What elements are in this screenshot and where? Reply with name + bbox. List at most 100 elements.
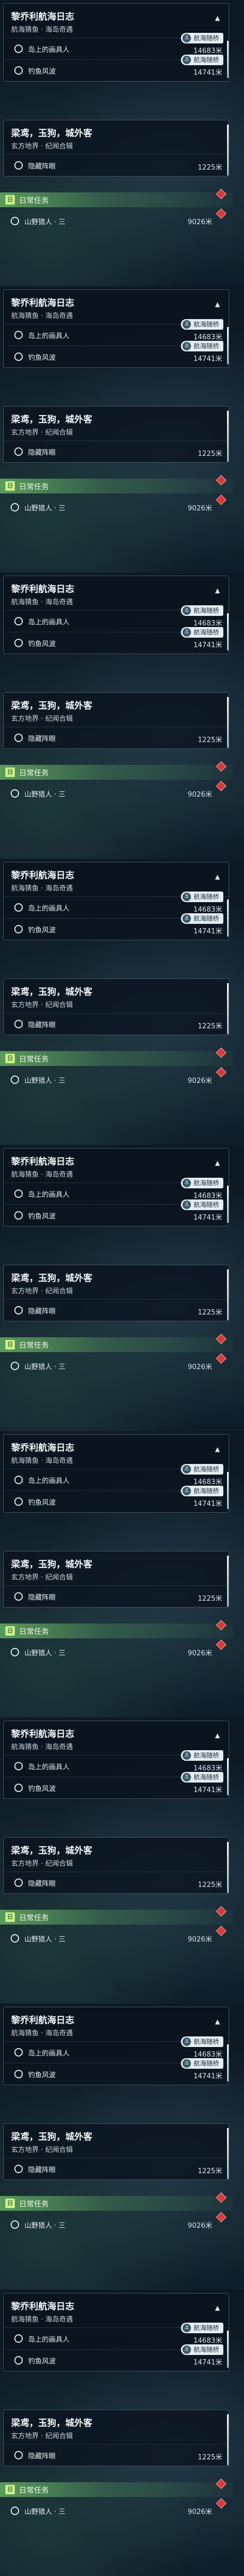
- task-name: 隐藏阵眼: [28, 1308, 56, 1316]
- task-row[interactable]: ⚓ 航海随桥 钓鱼风波 14741米: [4, 341, 229, 367]
- task-name: 钓鱼风波: [28, 1785, 56, 1793]
- collapse-icon[interactable]: ▲: [212, 2302, 223, 2314]
- quest-card[interactable]: 黎乔利航海日志 航海猜鱼 · 海岛奇遇 ▲ ⚓ 航海随桥 岛上的画具人 14683…: [3, 2007, 229, 2085]
- quest-card[interactable]: 梁鸢，玉狗，城外客 玄方地界 · 纪闻合辑 隐藏阵眼 1225米: [3, 2123, 229, 2180]
- daily-task-row[interactable]: 山野猎人 · 三 9026米: [0, 2498, 233, 2520]
- quest-card-header[interactable]: 梁鸢，玉狗，城外客 玄方地界 · 纪闻合辑: [4, 407, 229, 440]
- quest-card[interactable]: 黎乔利航海日志 航海猜鱼 · 海岛奇遇 ▲ ⚓ 航海随桥 岛上的画具人 14683…: [3, 1721, 229, 1799]
- quest-title: 黎乔利航海日志: [11, 2301, 74, 2312]
- collapse-icon[interactable]: ▲: [212, 1443, 223, 1455]
- quest-card-header[interactable]: 梁鸢，玉狗，城外客 玄方地界 · 纪闻合辑: [4, 120, 229, 154]
- ship-badge: ⚓ 航海随桥: [180, 913, 223, 924]
- collapse-icon[interactable]: ▲: [212, 1157, 223, 1169]
- task-row[interactable]: 隐藏阵眼 1225米: [4, 440, 229, 462]
- daily-task-row[interactable]: 山野猎人 · 三 9026米: [0, 1353, 233, 1375]
- ship-badge: ⚓ 航海随桥: [180, 55, 223, 65]
- task-row[interactable]: 隐藏阵眼 1225米: [4, 2444, 229, 2466]
- quest-card-header[interactable]: 梁鸢，玉狗，城外客 玄方地界 · 纪闻合辑: [4, 979, 229, 1013]
- collapse-icon[interactable]: ▲: [212, 2016, 223, 2027]
- daily-quest-header[interactable]: 日 日常任务: [0, 1620, 233, 1638]
- quest-card[interactable]: 黎乔利航海日志 航海猜鱼 · 海岛奇遇 ▲ ⚓ 航海随桥 岛上的画具人 14683…: [3, 289, 229, 368]
- task-status-icon: [14, 161, 23, 170]
- daily-quest-header[interactable]: 日 日常任务: [0, 1906, 233, 1925]
- task-row[interactable]: 隐藏阵眼 1225米: [4, 727, 229, 748]
- collapse-icon[interactable]: ▲: [212, 585, 223, 596]
- task-status-icon: [14, 1592, 23, 1601]
- quest-subtitle: 玄方地界 · 纪闻合辑: [11, 1001, 73, 1009]
- task-row[interactable]: 隐藏阵眼 1225米: [4, 1299, 229, 1321]
- quest-card[interactable]: 梁鸢，玉狗，城外客 玄方地界 · 纪闻合辑 隐藏阵眼 1225米: [3, 120, 229, 177]
- daily-tag-icon: 日: [5, 1340, 15, 1349]
- quest-card[interactable]: 黎乔利航海日志 航海猜鱼 · 海岛奇遇 ▲ ⚓ 航海随桥 岛上的画具人 14683…: [3, 1434, 229, 1513]
- daily-quest-header[interactable]: 日 日常任务: [0, 1047, 233, 1066]
- daily-task-row[interactable]: 山野猎人 · 三 9026米: [0, 2212, 233, 2234]
- card-edge-line: [227, 1186, 229, 1223]
- daily-quest-header[interactable]: 日 日常任务: [0, 475, 233, 493]
- quest-card[interactable]: 黎乔利航海日志 航海猜鱼 · 海岛奇遇 ▲ ⚓ 航海随桥 岛上的画具人 14683…: [3, 3, 229, 82]
- quest-card-header[interactable]: 梁鸢，玉狗，城外客 玄方地界 · 纪闻合辑: [4, 1265, 229, 1299]
- daily-task-row[interactable]: 山野猎人 · 三 9026米: [0, 495, 233, 516]
- quest-card[interactable]: 黎乔利航海日志 航海猜鱼 · 海岛奇遇 ▲ ⚓ 航海随桥 岛上的画具人 14683…: [3, 1148, 229, 1227]
- collapse-icon[interactable]: ▲: [212, 298, 223, 310]
- task-distance: 14741米: [193, 355, 222, 363]
- ship-badge: ⚓ 航海随桥: [180, 33, 223, 43]
- task-row[interactable]: ⚓ 航海随桥 钓鱼风波 14741米: [4, 55, 229, 81]
- quest-card-header[interactable]: 梁鸢，玉狗，城外客 玄方地界 · 纪闻合辑: [4, 1551, 229, 1585]
- task-status-icon: [14, 2070, 23, 2078]
- daily-task-row[interactable]: 山野猎人 · 三 9026米: [0, 1639, 233, 1661]
- task-row[interactable]: ⚓ 航海随桥 钓鱼风波 14741米: [4, 1199, 229, 1226]
- daily-quest-header[interactable]: 日 日常任务: [0, 2478, 233, 2497]
- daily-task-row[interactable]: 山野猎人 · 三 9026米: [0, 208, 233, 230]
- task-name: 山野猎人 · 三: [24, 1363, 66, 1371]
- task-name: 岛上的画具人: [28, 1191, 70, 1199]
- quest-card[interactable]: 黎乔利航海日志 航海猜鱼 · 海岛奇遇 ▲ ⚓ 航海随桥 岛上的画具人 14683…: [3, 862, 229, 940]
- task-row[interactable]: ⚓ 航海随桥 钓鱼风波 14741米: [4, 1486, 229, 1512]
- task-row[interactable]: ⚓ 航海随桥 钓鱼风波 14741米: [4, 627, 229, 654]
- collapse-icon[interactable]: ▲: [212, 871, 223, 883]
- task-status-icon: [14, 45, 23, 53]
- task-status-icon: [14, 734, 23, 742]
- daily-task-row[interactable]: 山野猎人 · 三 9026米: [0, 781, 233, 802]
- quest-card[interactable]: 梁鸢，玉狗，城外客 玄方地界 · 纪闻合辑 隐藏阵眼 1225米: [3, 692, 229, 749]
- task-row[interactable]: 隐藏阵眼 1225米: [4, 2158, 229, 2180]
- daily-quest-header[interactable]: 日 日常任务: [0, 761, 233, 780]
- task-status-icon: [14, 2165, 23, 2173]
- task-distance: 1225米: [197, 2167, 222, 2175]
- daily-tag-icon: 日: [5, 1626, 15, 1636]
- quest-title: 梁鸢，玉狗，城外客: [11, 2132, 92, 2142]
- alert-icon: [216, 1353, 226, 1364]
- task-row[interactable]: 隐藏阵眼 1225米: [4, 1872, 229, 1893]
- quest-card[interactable]: 梁鸢，玉狗，城外客 玄方地界 · 纪闻合辑 隐藏阵眼 1225米: [3, 1837, 229, 1894]
- task-distance: 1225米: [197, 1881, 222, 1889]
- collapse-icon[interactable]: ▲: [212, 1730, 223, 1741]
- task-row[interactable]: 隐藏阵眼 1225米: [4, 1013, 229, 1035]
- task-row[interactable]: ⚓ 航海随桥 钓鱼风波 14741米: [4, 913, 229, 940]
- alert-icon: [216, 781, 226, 791]
- quest-card-header[interactable]: 梁鸢，玉狗，城外客 玄方地界 · 纪闻合辑: [4, 1838, 229, 1872]
- quest-tracker-block: 黎乔利航海日志 航海猜鱼 · 海岛奇遇 ▲ ⚓ 航海随桥 岛上的画具人 14683…: [0, 286, 244, 572]
- daily-quest-header[interactable]: 日 日常任务: [0, 1334, 233, 1352]
- task-row[interactable]: ⚓ 航海随桥 钓鱼风波 14741米: [4, 2058, 229, 2085]
- quest-card[interactable]: 梁鸢，玉狗，城外客 玄方地界 · 纪闻合辑 隐藏阵眼 1225米: [3, 406, 229, 463]
- collapse-icon[interactable]: ▲: [212, 12, 223, 24]
- quest-card[interactable]: 梁鸢，玉狗，城外客 玄方地界 · 纪闻合辑 隐藏阵眼 1225米: [3, 978, 229, 1035]
- daily-quest-header[interactable]: 日 日常任务: [0, 2192, 233, 2211]
- quest-card[interactable]: 黎乔利航海日志 航海猜鱼 · 海岛奇遇 ▲ ⚓ 航海随桥 岛上的画具人 14683…: [3, 2293, 229, 2371]
- quest-card-header[interactable]: 梁鸢，玉狗，城外客 玄方地界 · 纪闻合辑: [4, 2410, 229, 2444]
- task-row[interactable]: 隐藏阵眼 1225米: [4, 1585, 229, 1607]
- quest-card[interactable]: 梁鸢，玉狗，城外客 玄方地界 · 纪闻合辑 隐藏阵眼 1225米: [3, 1265, 229, 1321]
- quest-card[interactable]: 黎乔利航海日志 航海猜鱼 · 海岛奇遇 ▲ ⚓ 航海随桥 岛上的画具人 14683…: [3, 576, 229, 654]
- alert-icon: [216, 2478, 226, 2489]
- quest-card-header[interactable]: 梁鸢，玉狗，城外客 玄方地界 · 纪闻合辑: [4, 693, 229, 727]
- daily-quest-header[interactable]: 日 日常任务: [0, 189, 233, 207]
- quest-card[interactable]: 梁鸢，玉狗，城外客 玄方地界 · 纪闻合辑 隐藏阵眼 1225米: [3, 2410, 229, 2466]
- task-row[interactable]: ⚓ 航海随桥 钓鱼风波 14741米: [4, 1772, 229, 1798]
- task-row[interactable]: ⚓ 航海随桥 钓鱼风波 14741米: [4, 2344, 229, 2371]
- daily-task-row[interactable]: 山野猎人 · 三 9026米: [0, 1926, 233, 1947]
- task-name: 岛上的画具人: [28, 905, 70, 913]
- daily-task-row[interactable]: 山野猎人 · 三 9026米: [0, 1067, 233, 1089]
- quest-card[interactable]: 梁鸢，玉狗，城外客 玄方地界 · 纪闻合辑 隐藏阵眼 1225米: [3, 1551, 229, 1608]
- quest-card-header[interactable]: 梁鸢，玉狗，城外客 玄方地界 · 纪闻合辑: [4, 2124, 229, 2158]
- task-row[interactable]: 隐藏阵眼 1225米: [4, 154, 229, 176]
- task-status-icon: [11, 1934, 19, 1943]
